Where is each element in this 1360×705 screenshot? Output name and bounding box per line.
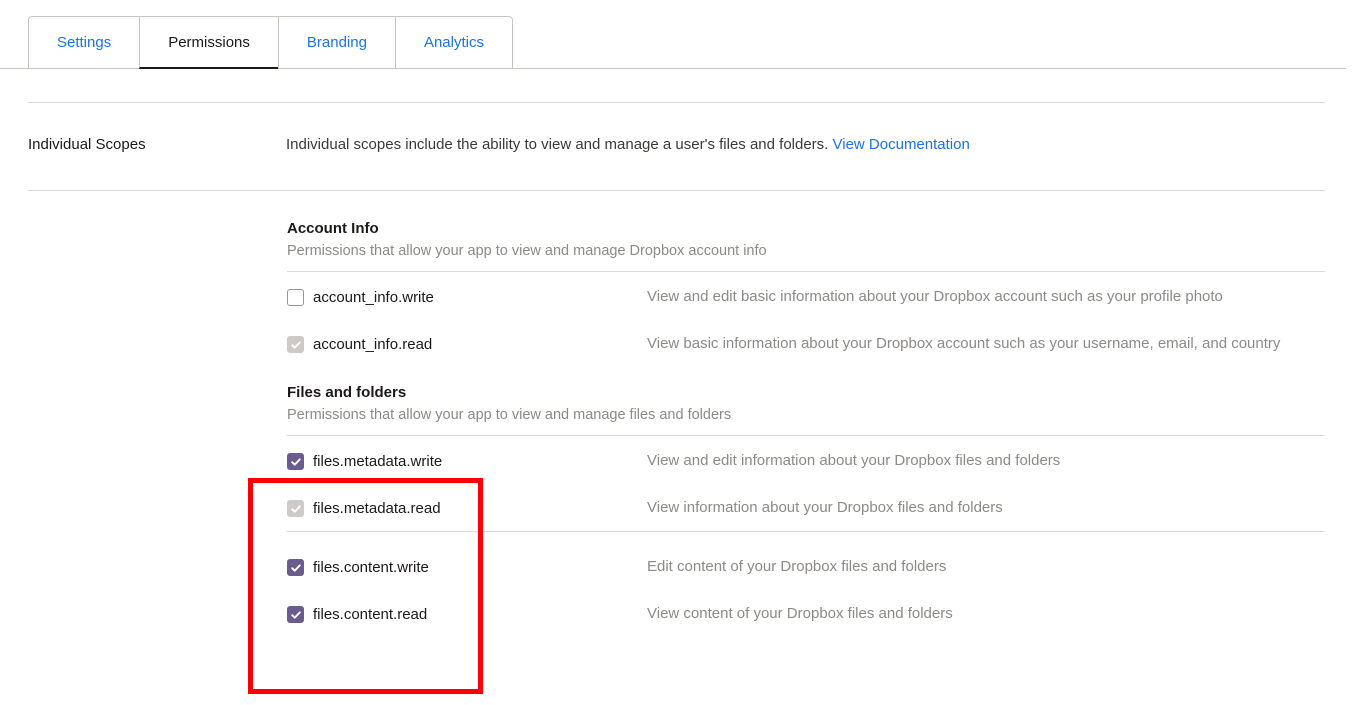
scope-row-account-info-read: account_info.read View basic information… [287, 335, 1325, 359]
scope-row-account-info-write: account_info.write View and edit basic i… [287, 288, 1325, 312]
divider-top [28, 102, 1325, 103]
tab-list: Settings Permissions Branding Analytics [28, 16, 513, 69]
divider-below-individual-scopes [28, 190, 1325, 191]
checkbox-files-content-write[interactable] [287, 559, 304, 576]
tab-permissions-label: Permissions [168, 34, 250, 51]
checkbox-account-info-write[interactable] [287, 289, 304, 306]
tab-permissions[interactable]: Permissions [139, 16, 278, 69]
scope-label-files-metadata-read: files.metadata.read [313, 499, 441, 518]
scope-left-files-metadata-read: files.metadata.read [287, 499, 647, 518]
scope-label-files-content-write: files.content.write [313, 558, 429, 577]
scope-left-account-info-read: account_info.read [287, 335, 647, 354]
tab-branding-label: Branding [307, 34, 367, 51]
view-documentation-link[interactable]: View Documentation [833, 136, 970, 153]
scope-description-files-content-read: View content of your Dropbox files and f… [647, 603, 953, 625]
scope-row-files-metadata-write: files.metadata.write View and edit infor… [287, 452, 1325, 476]
scope-list-account-info: account_info.write View and edit basic i… [287, 272, 1325, 359]
scope-label-account-info-read: account_info.read [313, 335, 432, 354]
individual-scopes-label: Individual Scopes [28, 134, 286, 156]
checkbox-files-content-read[interactable] [287, 606, 304, 623]
tab-settings-label: Settings [57, 34, 111, 51]
scope-left-files-content-read: files.content.read [287, 605, 647, 624]
permission-group-files-and-folders: Files and folders Permissions that allow… [287, 382, 1325, 629]
permission-groups: Account Info Permissions that allow your… [287, 218, 1325, 652]
scope-left-files-content-write: files.content.write [287, 558, 647, 577]
scope-list-files-and-folders: files.metadata.write View and edit infor… [287, 436, 1325, 629]
group-subtitle-account-info: Permissions that allow your app to view … [287, 241, 1325, 261]
scope-description-files-content-write: Edit content of your Dropbox files and f… [647, 556, 946, 578]
scope-description-account-info-write: View and edit basic information about yo… [647, 286, 1223, 308]
permission-group-account-info: Account Info Permissions that allow your… [287, 218, 1325, 359]
scope-row-files-metadata-read: files.metadata.read View information abo… [287, 499, 1325, 523]
scope-left-account-info-write: account_info.write [287, 288, 647, 307]
divider-within-files-group [287, 531, 1325, 532]
individual-scopes-row: Individual Scopes Individual scopes incl… [28, 134, 1328, 156]
tab-bar: Settings Permissions Branding Analytics [0, 0, 1360, 70]
scope-description-files-metadata-read: View information about your Dropbox file… [647, 497, 1003, 519]
tab-settings[interactable]: Settings [28, 16, 139, 69]
tab-branding[interactable]: Branding [278, 16, 395, 69]
scope-description-files-metadata-write: View and edit information about your Dro… [647, 450, 1060, 472]
scope-label-files-content-read: files.content.read [313, 605, 427, 624]
checkbox-files-metadata-write[interactable] [287, 453, 304, 470]
group-subtitle-files-and-folders: Permissions that allow your app to view … [287, 405, 1325, 425]
scope-description-account-info-read: View basic information about your Dropbo… [647, 333, 1280, 355]
scope-label-account-info-write: account_info.write [313, 288, 434, 307]
individual-scopes-description: Individual scopes include the ability to… [286, 134, 970, 156]
group-title-account-info: Account Info [287, 218, 1325, 239]
scope-left-files-metadata-write: files.metadata.write [287, 452, 647, 471]
checkbox-files-metadata-read [287, 500, 304, 517]
group-title-files-and-folders: Files and folders [287, 382, 1325, 403]
checkbox-account-info-read [287, 336, 304, 353]
scope-row-files-content-write: files.content.write Edit content of your… [287, 558, 1325, 582]
tab-analytics-label: Analytics [424, 34, 484, 51]
individual-scopes-description-text: Individual scopes include the ability to… [286, 136, 828, 153]
scope-row-files-content-read: files.content.read View content of your … [287, 605, 1325, 629]
tab-analytics[interactable]: Analytics [395, 16, 513, 69]
scope-label-files-metadata-write: files.metadata.write [313, 452, 442, 471]
